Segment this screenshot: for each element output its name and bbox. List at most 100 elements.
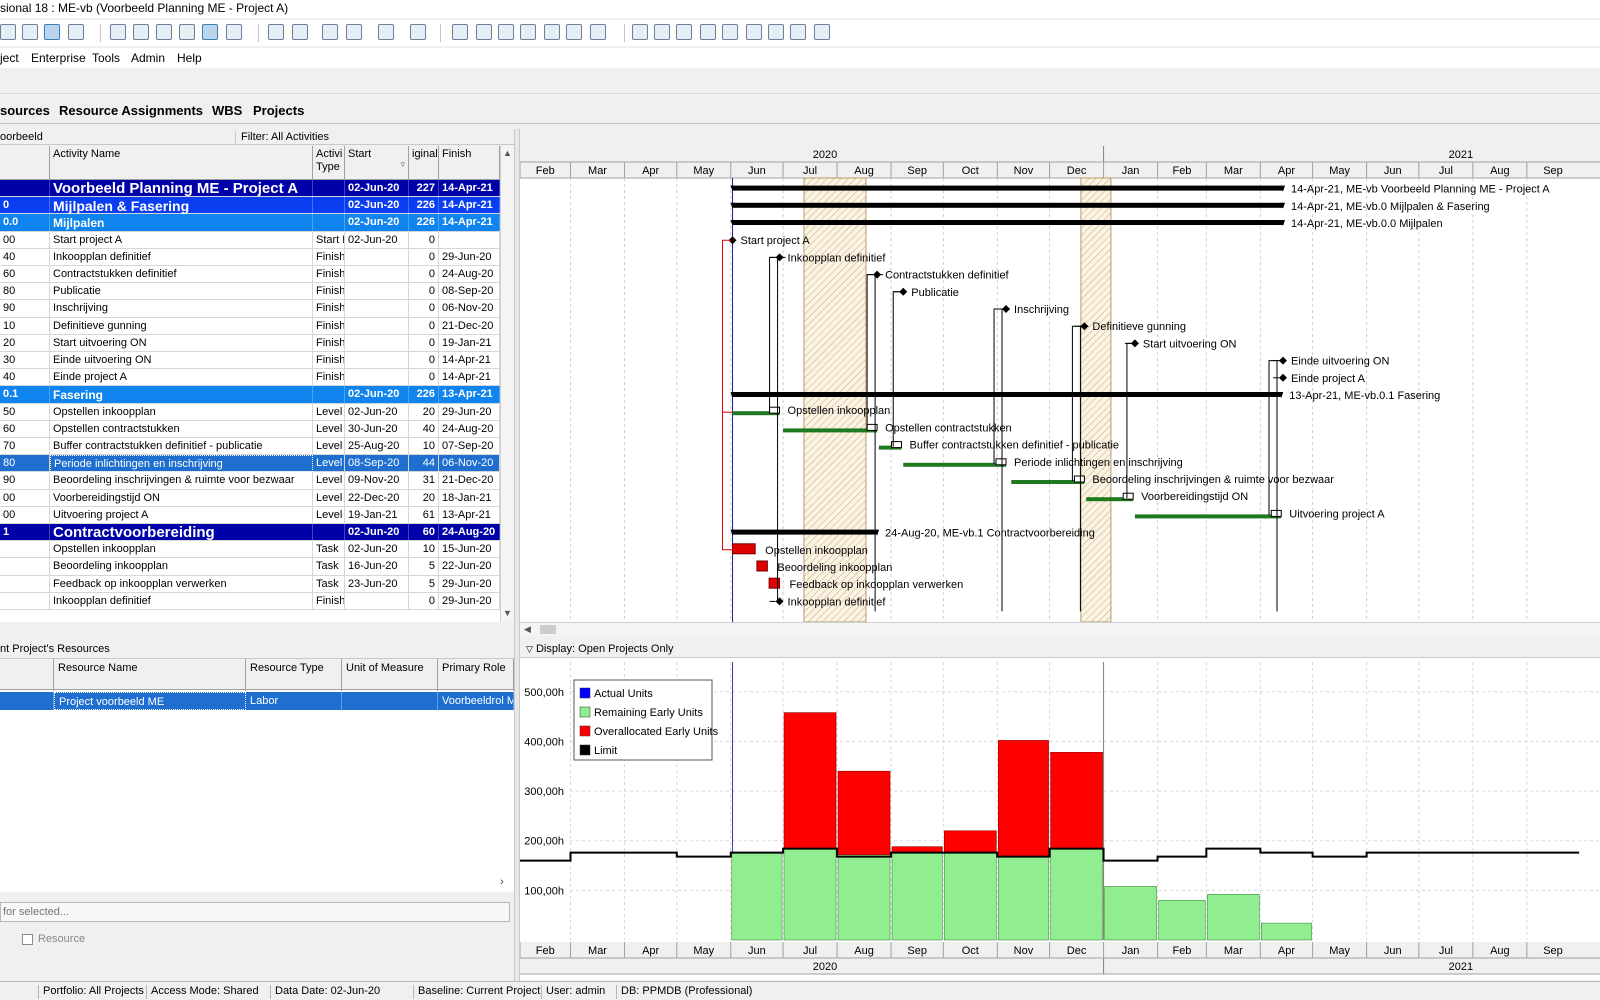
cell-finish[interactable]: 14-Apr-21 <box>439 214 500 232</box>
col-original-duration[interactable]: iginal <box>409 146 439 180</box>
chart-icon[interactable] <box>156 24 172 40</box>
cell-start[interactable] <box>345 300 409 318</box>
level-icon[interactable] <box>498 24 514 40</box>
display-options[interactable]: ▽ Display: Open Projects Only <box>520 640 1600 658</box>
col-finish[interactable]: Finish <box>439 146 500 180</box>
cell-type[interactable]: Finish <box>313 300 345 318</box>
cell-type[interactable]: Finish <box>313 317 345 335</box>
cell-id[interactable]: 80 <box>0 283 50 301</box>
activity-row[interactable]: 30 Einde uitvoering ON Finish 0 14-Apr-21 <box>0 352 500 370</box>
menu-enterprise[interactable]: Enterprise <box>31 51 86 65</box>
activity-row[interactable]: 80 Periode inlichtingen en inschrijving Le… <box>0 455 500 473</box>
cell-finish[interactable]: 07-Sep-20 <box>439 438 500 455</box>
cell-dur[interactable]: 60 <box>409 524 439 541</box>
cell-type[interactable]: Level <box>313 403 345 421</box>
wbs-row[interactable]: 0 Mijlpalen & Fasering 02-Jun-20 226 14-Apr-… <box>0 197 500 215</box>
cell-finish[interactable]: 29-Jun-20 <box>439 575 500 593</box>
cell-name[interactable]: Voorbeeld Planning ME - Project A <box>50 180 313 197</box>
cell-name[interactable]: Uitvoering project A <box>50 506 313 524</box>
cell-start[interactable] <box>345 283 409 301</box>
activity-vertical-scrollbar[interactable]: ▲ ▼ <box>500 146 514 622</box>
scroll-thumb[interactable] <box>540 625 556 634</box>
wbs-row[interactable]: 1 Contractvoorbereiding 02-Jun-20 60 24-Aug-… <box>0 524 500 542</box>
cell-id[interactable] <box>0 180 50 197</box>
activity-row[interactable]: Inkoopplan definitief Finish 0 29-Jun-20 <box>0 592 500 610</box>
cell-finish[interactable] <box>439 231 500 249</box>
cell-start[interactable]: 23-Jun-20 <box>345 575 409 593</box>
chevron-down-icon[interactable]: ▽ <box>526 644 533 654</box>
cell-finish[interactable]: 21-Dec-20 <box>439 317 500 335</box>
cell-id[interactable] <box>0 558 50 576</box>
cell-finish[interactable]: 14-Apr-21 <box>439 180 500 197</box>
wbs-row[interactable]: 0.1 Fasering 02-Jun-20 226 13-Apr-21 <box>0 386 500 404</box>
details-icon[interactable] <box>452 24 468 40</box>
cell-name[interactable]: Contractstukken definitief <box>50 266 313 283</box>
cell-finish[interactable]: 29-Jun-20 <box>439 403 500 421</box>
tab-projects[interactable]: Projects <box>253 103 304 118</box>
cell-name[interactable]: Einde project A <box>50 369 313 387</box>
cell-type[interactable] <box>313 214 345 232</box>
cell-name[interactable]: Start uitvoering ON <box>50 334 313 352</box>
cell-dur[interactable]: 0 <box>409 592 439 610</box>
cell-start[interactable]: 22-Dec-20 <box>345 489 409 507</box>
cell-finish[interactable]: 14-Apr-21 <box>439 352 500 369</box>
cell-type[interactable]: Finish <box>313 334 345 352</box>
cell-dur[interactable]: 10 <box>409 438 439 455</box>
cell-finish[interactable]: 15-Jun-20 <box>439 541 500 559</box>
layout-icon[interactable] <box>0 24 16 40</box>
wbs-row[interactable]: Voorbeeld Planning ME - Project A 02-Jun-… <box>0 180 500 198</box>
cell-start[interactable] <box>345 266 409 283</box>
cell-dur[interactable]: 0 <box>409 266 439 283</box>
filter-funnel-icon[interactable]: ▿ <box>400 158 405 171</box>
cell-finish[interactable]: 29-Jun-20 <box>439 592 500 610</box>
split-icon[interactable] <box>746 24 762 40</box>
cell-type[interactable]: Level <box>313 438 345 455</box>
cell-name[interactable]: Contractvoorbereiding <box>50 524 313 541</box>
cell-start[interactable] <box>345 369 409 387</box>
progress-icon[interactable] <box>544 24 560 40</box>
cell-id[interactable] <box>0 575 50 593</box>
filter-icon[interactable] <box>346 24 362 40</box>
activity-row[interactable]: 00 Uitvoering project A Level 19-Jan-21 61 13… <box>0 506 500 524</box>
columns-icon[interactable] <box>292 24 308 40</box>
cell-name[interactable]: Start project A <box>50 231 313 249</box>
wbs-row[interactable]: 0.0 Mijlpalen 02-Jun-20 226 14-Apr-21 <box>0 214 500 232</box>
cell-dur[interactable]: 0 <box>409 231 439 249</box>
cell-dur[interactable]: 10 <box>409 541 439 559</box>
cell-id[interactable]: 0.1 <box>0 386 50 404</box>
cell-name[interactable]: Inschrijving <box>50 300 313 318</box>
cell-finish[interactable]: 08-Sep-20 <box>439 283 500 301</box>
cell-id[interactable]: 00 <box>0 506 50 524</box>
cell-finish[interactable]: 06-Nov-20 <box>439 300 500 318</box>
cell-type[interactable]: Task <box>313 575 345 593</box>
activity-row[interactable]: 40 Einde project A Finish 0 14-Apr-21 <box>0 369 500 387</box>
cell-id[interactable]: 0.0 <box>0 214 50 232</box>
activity-row[interactable]: 10 Definitieve gunning Finish 0 21-Dec-20 <box>0 317 500 335</box>
cell-id[interactable] <box>0 592 50 610</box>
cell-dur[interactable]: 0 <box>409 317 439 335</box>
store-period-icon[interactable] <box>520 24 536 40</box>
cell-type[interactable]: Finish <box>313 352 345 369</box>
cell-type[interactable] <box>313 180 345 197</box>
cell-name[interactable]: Fasering <box>50 386 313 404</box>
cell-dur[interactable]: 0 <box>409 248 439 266</box>
tab-resources[interactable]: sources <box>0 103 50 118</box>
cell-type[interactable] <box>313 386 345 404</box>
cell-name[interactable]: Voorbereidingstijd ON <box>50 489 313 507</box>
cell-id[interactable]: 40 <box>0 369 50 387</box>
cell-id[interactable]: 90 <box>0 472 50 490</box>
cell-finish[interactable]: 18-Jan-21 <box>439 489 500 507</box>
cell-type[interactable]: Finish <box>313 248 345 266</box>
cell-type[interactable]: Finish <box>313 592 345 610</box>
scroll-up-icon[interactable]: ▲ <box>503 148 512 158</box>
activity-row[interactable]: 60 Contractstukken definitief Finish 0 24-Au… <box>0 266 500 284</box>
apply-actuals-icon[interactable] <box>566 24 582 40</box>
cell-id[interactable]: 00 <box>0 231 50 249</box>
cell-type[interactable] <box>313 197 345 215</box>
cell-dur[interactable]: 44 <box>409 455 439 473</box>
resource-role-cell[interactable]: Voorbeeldrol ME <box>438 692 514 710</box>
col-primary-role[interactable]: Primary Role <box>438 659 514 691</box>
cell-name[interactable]: Buffer contractstukken definitief - publ… <box>50 438 313 455</box>
cell-name[interactable]: Periode inlichtingen en inschrijving <box>50 455 313 473</box>
cell-type[interactable]: Finish <box>313 369 345 387</box>
